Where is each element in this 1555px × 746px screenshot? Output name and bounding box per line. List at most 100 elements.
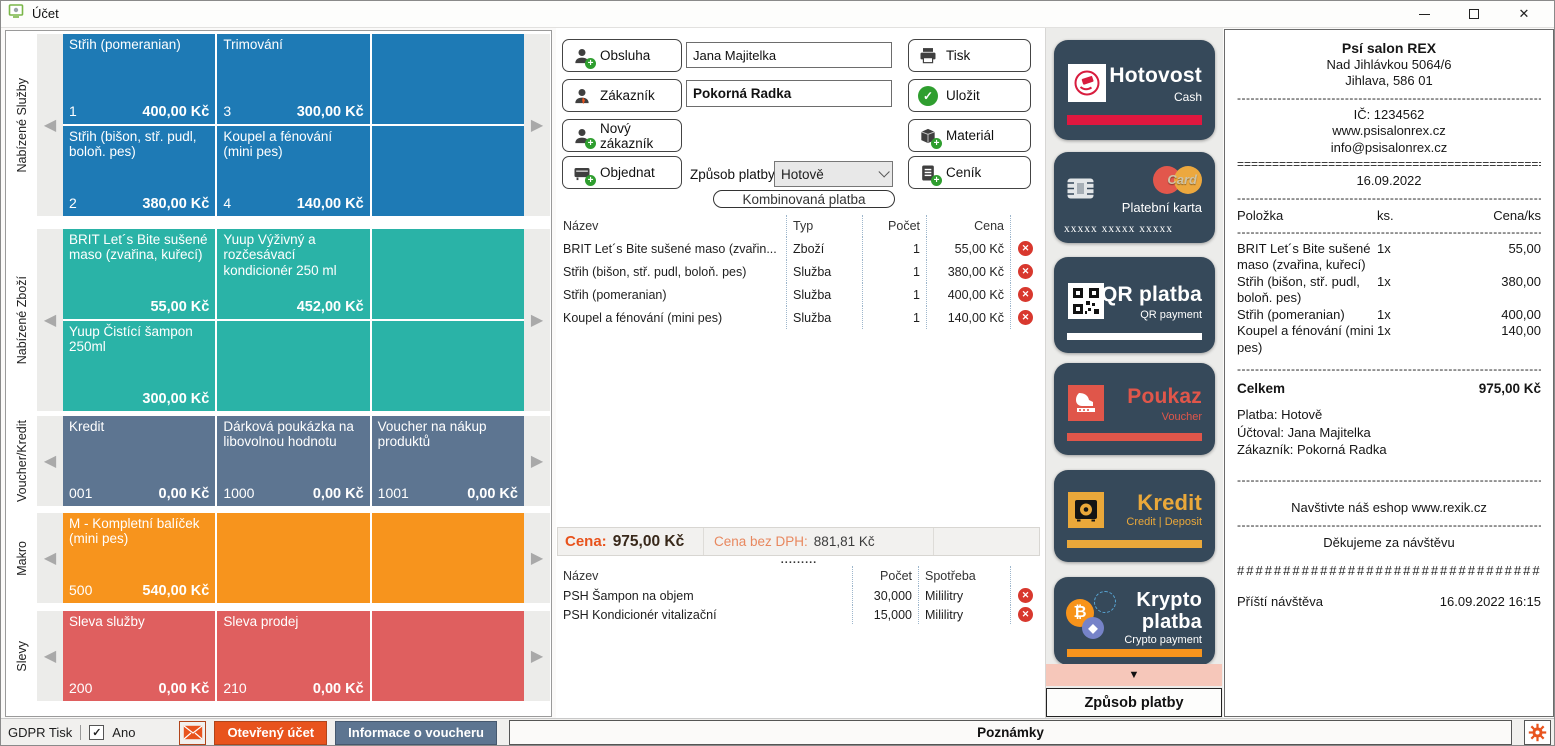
payment-method-footer-button[interactable]: Způsob platby bbox=[1046, 688, 1222, 717]
catalog-tile[interactable]: Trimování 3300,00 Kč bbox=[217, 34, 369, 124]
category-row-services: Nabízené Služby Střih (pomeranian) 1400,… bbox=[7, 34, 550, 216]
scroll-left-icon[interactable] bbox=[37, 229, 63, 411]
item-name[interactable]: BRIT Let´s Bite sušené maso (zvařin... bbox=[557, 237, 787, 260]
email-button[interactable] bbox=[179, 721, 206, 745]
payment-tile-voucher[interactable]: Poukaz Voucher bbox=[1054, 363, 1215, 455]
delete-item-icon[interactable] bbox=[1018, 264, 1033, 279]
catalog-tile-empty[interactable] bbox=[217, 513, 369, 603]
material-name[interactable]: PSH Kondicionér vitalizační bbox=[557, 605, 853, 624]
receipt-date: 16.09.2022 bbox=[1237, 173, 1541, 190]
catalog-tile[interactable]: BRIT Let´s Bite sušené maso (zvařina, ku… bbox=[63, 229, 215, 319]
payment-tile-qr[interactable]: QR platba QR payment bbox=[1054, 257, 1215, 353]
gdpr-checkbox[interactable] bbox=[89, 725, 104, 740]
material-count: 15,000 bbox=[853, 605, 919, 624]
scroll-right-icon[interactable] bbox=[524, 611, 550, 701]
catalog-tile[interactable]: Kredit 0010,00 Kč bbox=[63, 416, 215, 506]
scroll-right-icon[interactable] bbox=[524, 229, 550, 411]
category-label-services: Nabízené Služby bbox=[7, 34, 37, 216]
zakaznik-button[interactable]: Zákazník bbox=[562, 79, 682, 112]
ulozit-button[interactable]: Uložit bbox=[908, 79, 1031, 112]
col-header: Spotřeba bbox=[919, 566, 1011, 586]
order-box-icon bbox=[571, 162, 593, 184]
person-add-icon bbox=[571, 125, 593, 147]
category-label-discounts: Slevy bbox=[7, 611, 37, 701]
catalog-tile[interactable]: Střih (pomeranian) 1400,00 Kč bbox=[63, 34, 215, 124]
total-value: 975,00 Kč bbox=[613, 533, 685, 551]
item-name[interactable]: Koupel a fénování (mini pes) bbox=[557, 306, 787, 329]
receipt-item: Střih (pomeranian)1x400,00 bbox=[1237, 307, 1541, 324]
novy-zakaznik-button[interactable]: Nový zákazník bbox=[562, 119, 682, 152]
scroll-right-icon[interactable] bbox=[524, 416, 550, 506]
obsluha-input[interactable] bbox=[686, 42, 892, 68]
catalog-tile[interactable]: Yuup Výživný a rozčesávací kondicionér 2… bbox=[217, 229, 369, 319]
payment-more-button[interactable] bbox=[1046, 664, 1222, 686]
catalog-tile-empty[interactable] bbox=[372, 229, 524, 319]
cenik-button[interactable]: Ceník bbox=[908, 156, 1031, 189]
payment-tile-cash[interactable]: Hotovost Cash bbox=[1054, 40, 1215, 140]
col-header: Název bbox=[557, 215, 787, 237]
material-name[interactable]: PSH Šampon na objem bbox=[557, 586, 853, 605]
catalog-tile-empty[interactable] bbox=[372, 611, 524, 701]
scroll-left-icon[interactable] bbox=[37, 611, 63, 701]
receipt-columns-header: Položkaks.Cena/ks bbox=[1237, 207, 1541, 224]
splitter-handle[interactable]: ......... bbox=[556, 555, 1042, 565]
material-button[interactable]: Materiál bbox=[908, 119, 1031, 152]
scroll-left-icon[interactable] bbox=[37, 416, 63, 506]
gdpr-label: GDPR Tisk bbox=[8, 725, 72, 740]
category-label-voucher: Voucher/Kredit bbox=[7, 416, 37, 506]
scroll-left-icon[interactable] bbox=[37, 34, 63, 216]
catalog-tile[interactable]: Sleva prodej 2100,00 Kč bbox=[217, 611, 369, 701]
open-bill-button[interactable]: Otevřený účet bbox=[214, 721, 327, 745]
window-title: Účet bbox=[32, 6, 59, 21]
scroll-right-icon[interactable] bbox=[524, 513, 550, 603]
receipt-cashier-line: Účtoval: Jana Majitelka bbox=[1237, 424, 1541, 442]
kombinovana-platba-button[interactable]: Kombinovaná platba bbox=[713, 190, 895, 208]
catalog-tile[interactable]: M - Kompletní balíček (mini pes) 500540,… bbox=[63, 513, 215, 603]
scroll-right-icon[interactable] bbox=[524, 34, 550, 216]
minimize-button[interactable] bbox=[1399, 0, 1449, 28]
catalog-tile[interactable]: Koupel a fénování (mini pes) 4140,00 Kč bbox=[217, 126, 369, 216]
item-type: Služba bbox=[787, 260, 863, 283]
catalog-tile[interactable]: Střih (bišon, stř. pudl, boloň. pes) 238… bbox=[63, 126, 215, 216]
app-icon bbox=[8, 3, 24, 24]
voucher-info-button[interactable]: Informace o voucheru bbox=[335, 721, 497, 745]
catalog-tile[interactable]: Voucher na nákup produktů 10010,00 Kč bbox=[372, 416, 524, 506]
catalog-tile-empty[interactable] bbox=[372, 321, 524, 411]
delete-item-icon[interactable] bbox=[1018, 287, 1033, 302]
catalog-tile[interactable]: Yuup Čistící šampon 250ml 300,00 Kč bbox=[63, 321, 215, 411]
items-table: Název Typ Počet Cena BRIT Let´s Bite suš… bbox=[557, 215, 1040, 329]
catalog-tile-empty[interactable] bbox=[372, 513, 524, 603]
item-name[interactable]: Střih (bišon, stř. pudl, boloň. pes) bbox=[557, 260, 787, 283]
settings-button[interactable] bbox=[1524, 720, 1551, 745]
catalog-tile-empty[interactable] bbox=[372, 126, 524, 216]
catalog-tile[interactable]: Dárková poukázka na libovolnou hodnotu 1… bbox=[217, 416, 369, 506]
title-bar: Účet bbox=[0, 0, 1555, 28]
payment-tile-card[interactable]: Card Platební karta xxxxx xxxxx xxxxx bbox=[1054, 152, 1215, 243]
maximize-button[interactable] bbox=[1449, 0, 1499, 28]
delete-item-icon[interactable] bbox=[1018, 241, 1033, 256]
payment-tile-credit[interactable]: Kredit Credit | Deposit bbox=[1054, 470, 1215, 562]
catalog-tile-empty[interactable] bbox=[372, 34, 524, 124]
close-button[interactable] bbox=[1499, 0, 1549, 28]
qr-code-icon bbox=[1068, 283, 1104, 319]
tisk-button[interactable]: Tisk bbox=[908, 39, 1031, 72]
receipt-address: Nad Jihlávkou 5064/6 bbox=[1237, 57, 1541, 74]
payment-method-select[interactable]: Hotově bbox=[774, 161, 893, 187]
objednat-button[interactable]: Objednat bbox=[562, 156, 682, 189]
delete-material-icon[interactable] bbox=[1018, 607, 1033, 622]
notes-button[interactable]: Poznámky bbox=[509, 720, 1512, 745]
delete-material-icon[interactable] bbox=[1018, 588, 1033, 603]
catalog-tile[interactable]: Sleva služby 2000,00 Kč bbox=[63, 611, 215, 701]
catalog-tile-empty[interactable] bbox=[217, 321, 369, 411]
col-header: Počet bbox=[853, 566, 919, 586]
obsluha-button[interactable]: Obsluha bbox=[562, 39, 682, 72]
check-icon bbox=[917, 85, 939, 107]
zakaznik-input[interactable] bbox=[686, 80, 892, 107]
total-label: Cena: bbox=[565, 533, 607, 550]
item-name[interactable]: Střih (pomeranian) bbox=[557, 283, 787, 306]
scroll-left-icon[interactable] bbox=[37, 513, 63, 603]
receipt-total: Celkem975,00 Kč bbox=[1237, 381, 1541, 396]
card-masked-number: xxxxx xxxxx xxxxx bbox=[1064, 223, 1205, 235]
delete-item-icon[interactable] bbox=[1018, 310, 1033, 325]
payment-tile-crypto[interactable]: ₿ ◆ Krypto platba Crypto payment bbox=[1054, 577, 1215, 665]
